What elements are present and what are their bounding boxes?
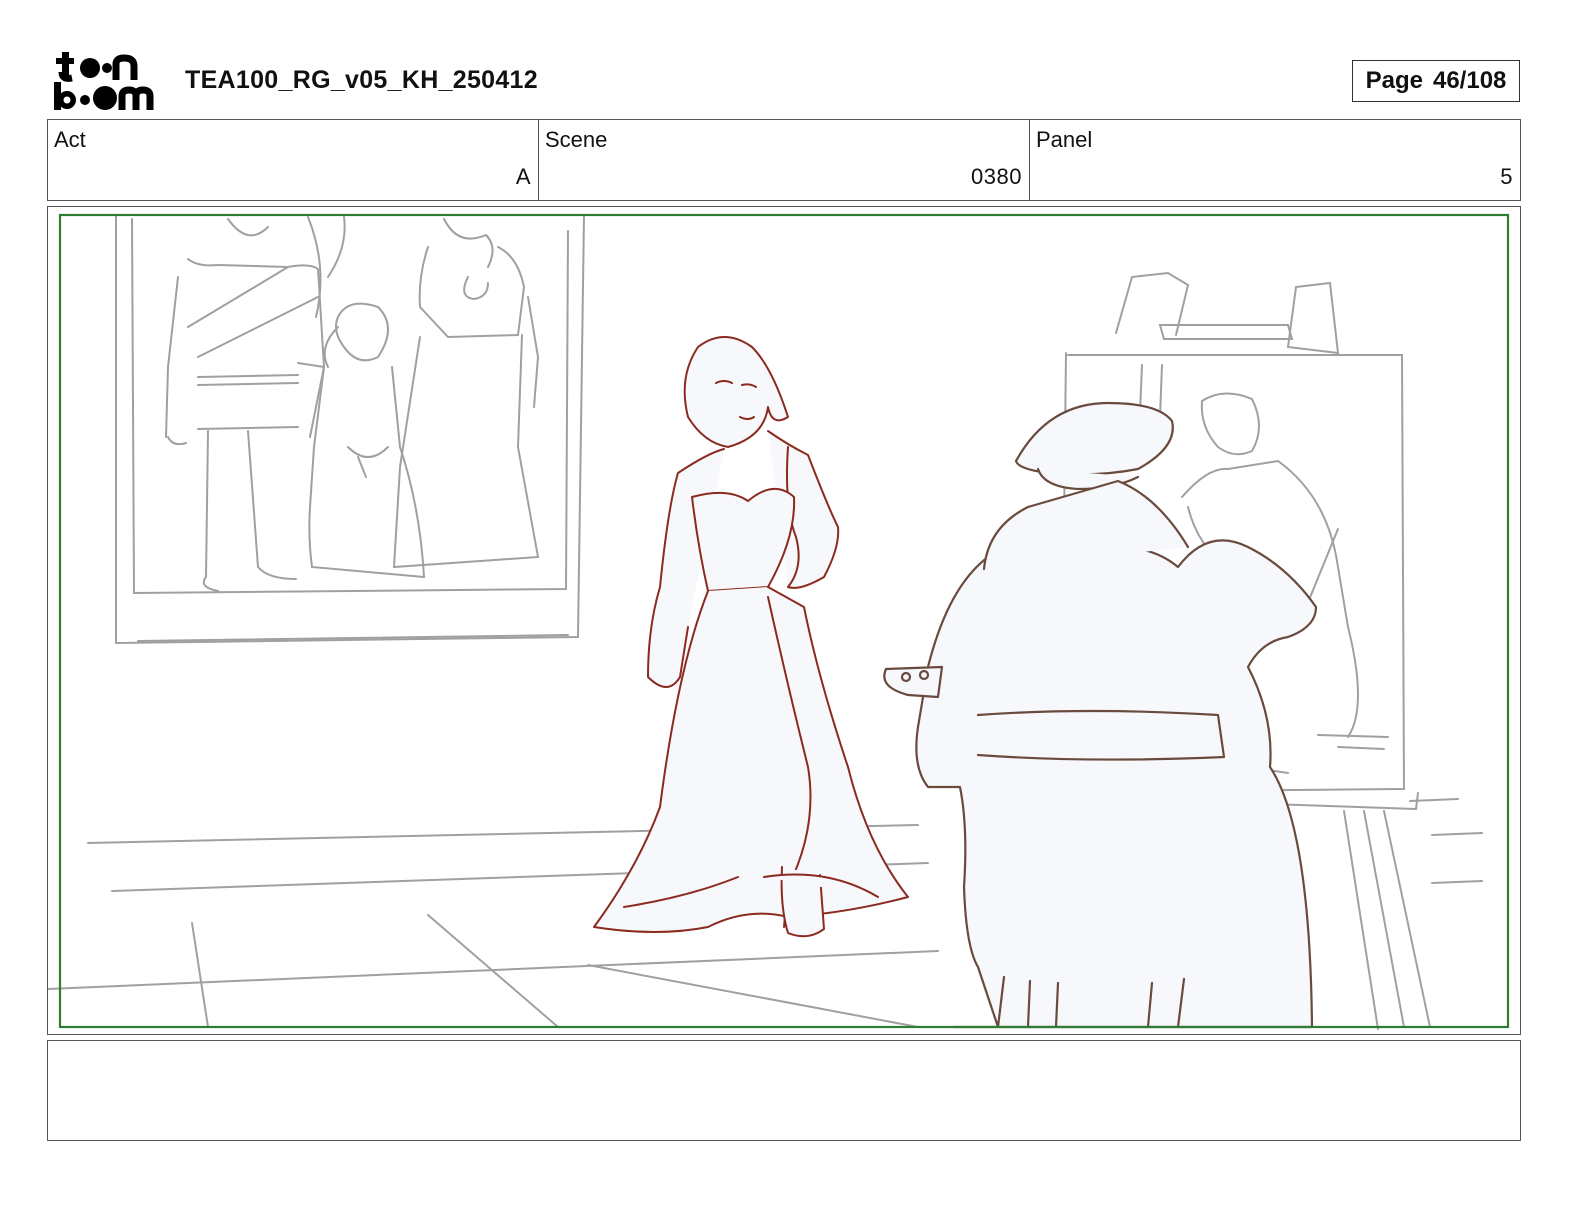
act-cell: Act A [48,120,539,200]
document-title: TEA100_RG_v05_KH_250412 [185,66,538,94]
scene-value: 0380 [971,164,1022,189]
page-label: Page [1365,67,1423,94]
painter-sketch [883,401,1318,1029]
page-indicator: Page 46/108 [1352,60,1520,102]
panel-label: Panel [1036,127,1093,152]
storyboard-sketch [48,213,1510,1030]
panel-value: 5 [1500,164,1513,189]
notes-box[interactable] [47,1040,1521,1141]
lady-sketch [593,336,909,938]
storyboard-panel [47,206,1521,1035]
panel-cell: Panel 5 [1030,120,1520,200]
info-table: Act A Scene 0380 Panel 5 [47,119,1521,201]
scene-cell: Scene 0380 [539,120,1030,200]
toon-boom-logo [54,52,154,110]
act-label: Act [54,127,86,152]
act-value: A [515,164,531,189]
scene-label: Scene [545,127,608,152]
page-number: 46/108 [1432,67,1507,94]
